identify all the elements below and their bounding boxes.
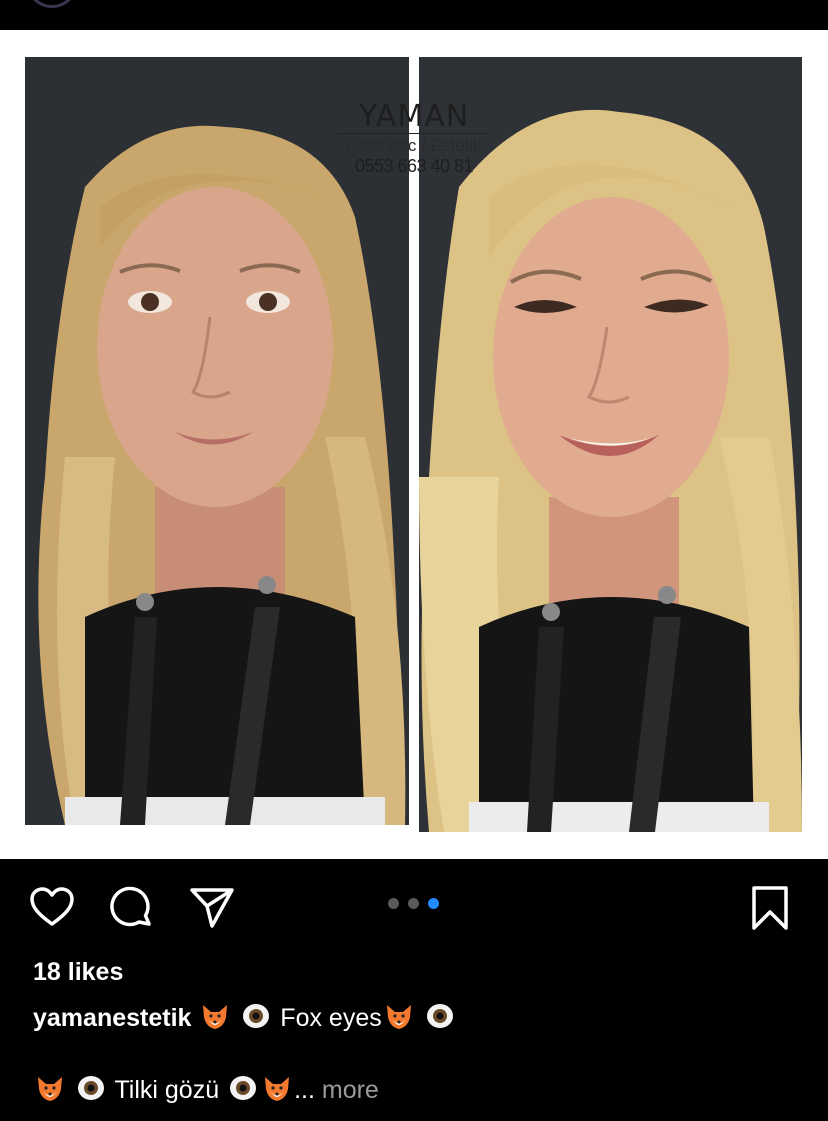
caption-username[interactable]: yamanestetik (33, 1004, 191, 1032)
share-icon[interactable] (188, 884, 236, 932)
post-caption: yamanestetik Fox eyes (33, 1001, 457, 1034)
eye-emoji (77, 1076, 104, 1100)
caption-text: Fox eyes (280, 1004, 382, 1032)
caption-text-line2: Tilki gözü (114, 1076, 220, 1104)
profile-avatar[interactable] (26, 0, 78, 8)
watermark-brand: YAMAN (358, 99, 470, 134)
more-link[interactable]: more (322, 1076, 379, 1104)
bookmark-icon[interactable] (746, 884, 794, 932)
watermark-phone: 0553 663 40 81 (354, 156, 474, 176)
fox-emoji (203, 1005, 228, 1029)
carousel-dot-active[interactable] (428, 898, 439, 909)
post-caption-line2: Tilki gözü ... more (33, 1073, 379, 1106)
fox-emoji (265, 1077, 290, 1101)
heart-icon[interactable] (28, 884, 76, 932)
comment-icon[interactable] (108, 884, 156, 932)
like-count[interactable]: 18 likes (33, 957, 123, 987)
fox-emoji (386, 1005, 411, 1029)
watermark-subtitle: Aesthetic / Estetik (346, 136, 482, 155)
post-header-bar (0, 0, 828, 30)
clinic-watermark: YAMAN Aesthetic / Estetik 0553 663 40 81 (338, 102, 490, 177)
caption-ellipsis: ... (294, 1076, 315, 1104)
carousel-dot[interactable] (388, 898, 399, 909)
carousel-dot[interactable] (408, 898, 419, 909)
eye-emoji (243, 1004, 270, 1028)
post-image[interactable]: YAMAN Aesthetic / Estetik 0553 663 40 81 (0, 30, 828, 859)
fox-emoji (38, 1077, 62, 1101)
eye-emoji (230, 1076, 257, 1100)
post-action-bar (0, 860, 828, 954)
eye-emoji (426, 1004, 453, 1028)
